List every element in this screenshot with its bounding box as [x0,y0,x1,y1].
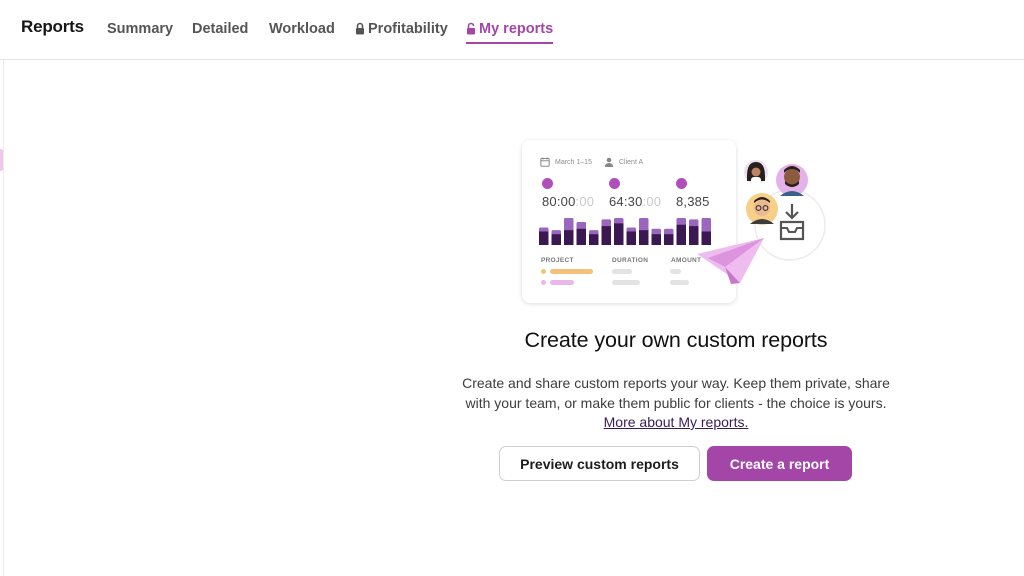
custom-reports-illustration: March 1–15 Client A 80:00:00 64:30:00 8,… [522,140,832,308]
tab-workload[interactable]: Workload [269,18,335,40]
tab-my-reports[interactable]: My reports [466,18,554,44]
tab-profitability[interactable]: Profitability [355,18,448,40]
tab-detailed[interactable]: Detailed [192,18,248,40]
avatar [746,193,778,225]
tab-profitability-label: Profitability [368,21,448,37]
paper-plane-icon [697,238,764,284]
preview-custom-reports-button[interactable]: Preview custom reports [499,446,700,481]
create-report-button[interactable]: Create a report [707,446,852,481]
page-title: Reports [21,17,84,36]
avatar [744,160,768,184]
empty-state-description: Create and share custom reports your way… [456,374,896,433]
unlock-icon [466,22,476,36]
tab-workload-label: Workload [269,21,335,37]
left-edge-border [0,0,4,576]
empty-state-heading: Create your own custom reports [524,328,828,352]
avatar [776,164,808,196]
tab-detailed-label: Detailed [192,21,249,37]
more-about-my-reports-link[interactable]: More about My reports. [604,414,749,430]
sidebar-collapse-handle[interactable] [0,149,3,171]
lock-icon [355,22,365,36]
tab-my-reports-label: My reports [479,21,554,37]
tab-summary-label: Summary [107,21,174,37]
illustration-graphics [697,160,826,284]
reports-header: Reports Summary Detailed Workload Profit… [0,0,1024,60]
tab-summary[interactable]: Summary [107,18,173,40]
description-text: Create and share custom reports your way… [462,375,890,411]
